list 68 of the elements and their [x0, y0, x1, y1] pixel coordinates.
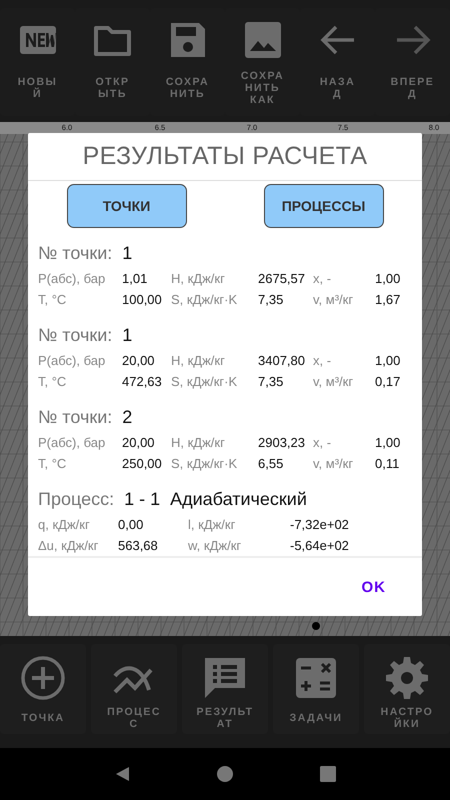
field-label: Δu, кДж/кг: [38, 537, 100, 555]
field-value: 0,11: [375, 455, 400, 473]
process-label: Процесс:: [38, 488, 114, 510]
process-number: 1 - 1: [124, 488, 160, 510]
field-label: H, кДж/кг: [171, 352, 226, 370]
bottom-bar-button[interactable]: НАСТРО ЙКИ: [364, 644, 450, 734]
field-value: 472,63: [122, 373, 163, 391]
image-icon: [242, 20, 282, 60]
field-label: q, кДж/кг: [38, 516, 91, 534]
field-value: 2903,23: [258, 434, 306, 452]
field-label: x, -: [313, 270, 332, 288]
dialog-title: РЕЗУЛЬТАТЫ РАСЧЕТА: [28, 133, 422, 181]
field-label: H, кДж/кг: [171, 434, 226, 452]
field-label: w, кДж/кг: [188, 537, 242, 555]
field-label: T, °C: [38, 291, 68, 309]
home-icon[interactable]: [216, 765, 234, 783]
point-number-label: № точки:: [38, 406, 112, 428]
field-label: v, м³/кг: [313, 373, 354, 391]
field-value: 3407,80: [258, 352, 306, 370]
add-icon: [19, 654, 67, 702]
field-label: P(абс), бар: [38, 270, 106, 288]
field-value: 0,00: [118, 516, 144, 534]
point-marker-icon: [312, 622, 320, 630]
field-label: v, м³/кг: [313, 455, 354, 473]
field-value: 2675,57: [258, 270, 306, 288]
field-label: H, кДж/кг: [171, 270, 226, 288]
field-value: 250,00: [122, 455, 163, 473]
field-value: 7,35: [258, 291, 284, 309]
field-value: 0,17: [375, 373, 402, 391]
bottom-bar-button[interactable]: РЕЗУЛЬТ АТ: [182, 644, 268, 734]
field-value: 1,67: [375, 291, 402, 309]
field-label: S, кДж/кг·K: [171, 455, 238, 473]
point-number-label: № точки:: [38, 324, 112, 346]
ok-button[interactable]: OK: [354, 572, 394, 602]
tab-button[interactable]: ПРОЦЕССЫ: [264, 184, 384, 228]
tab-button[interactable]: ТОЧКИ: [66, 184, 186, 228]
field-value: -5,64e+02: [290, 537, 350, 555]
field-label: S, кДж/кг·K: [171, 373, 238, 391]
field-label: S, кДж/кг·K: [171, 291, 238, 309]
bottom-bar-button[interactable]: ПРОЦЕС С: [91, 644, 177, 734]
point-number: 1: [122, 324, 132, 346]
field-label: l, кДж/кг: [188, 516, 236, 534]
point-number-label: № точки:: [38, 242, 112, 264]
field-label: T, °C: [38, 455, 68, 473]
field-value: 7,35: [258, 373, 284, 391]
field-value: 1,01: [122, 270, 148, 288]
bottom-bar-button[interactable]: ЗАДАЧИ: [273, 644, 359, 734]
field-value: 20,00: [122, 352, 156, 370]
point-number: 1: [122, 242, 132, 264]
field-label: v, м³/кг: [313, 291, 354, 309]
field-value: 1,00: [375, 270, 402, 288]
field-value: 100,00: [122, 291, 163, 309]
field-label: P(абс), бар: [38, 352, 106, 370]
field-label: T, °C: [38, 373, 68, 391]
point-number: 2: [122, 406, 132, 428]
field-value: 20,00: [122, 434, 156, 452]
field-label: x, -: [313, 434, 332, 452]
recents-icon[interactable]: [319, 765, 338, 783]
settings-icon: [383, 654, 431, 702]
field-value: 6,55: [258, 455, 284, 473]
bottom-bar-button[interactable]: ТОЧКА: [0, 644, 86, 734]
field-value: 1,00: [375, 352, 402, 370]
field-label: P(абс), бар: [38, 434, 106, 452]
field-value: -7,32e+02: [290, 516, 350, 534]
process-type: Адиабатический: [170, 488, 307, 510]
field-value: 563,68: [118, 537, 159, 555]
field-label: x, -: [313, 352, 332, 370]
field-value: 1,00: [375, 434, 402, 452]
